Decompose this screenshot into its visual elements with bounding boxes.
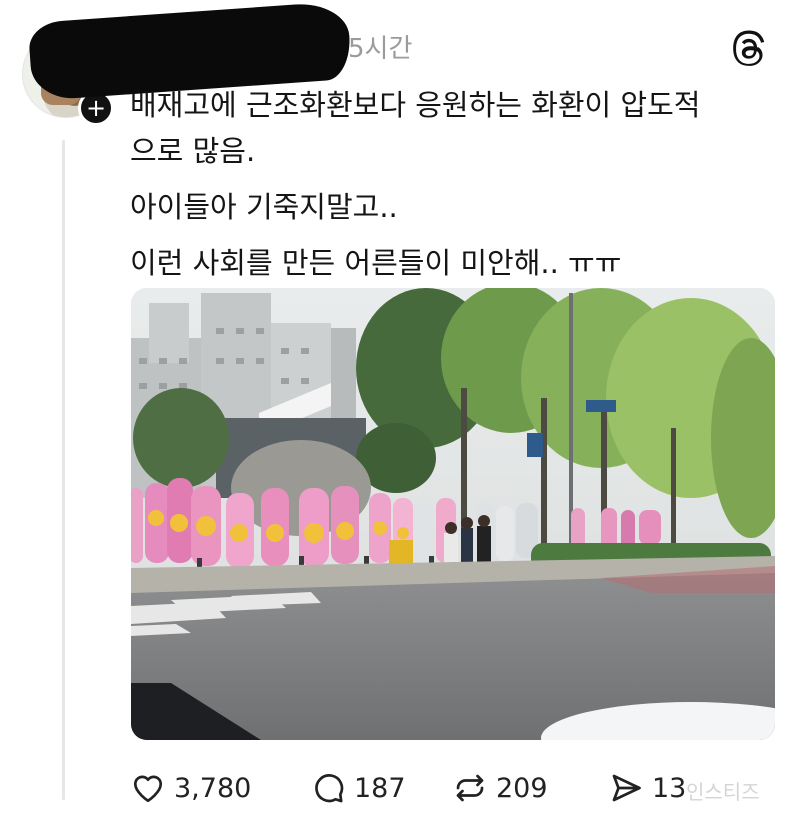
post-line-4: 이런 사회를 만든 어른들이 미안해.. ㅠㅠ <box>130 246 622 280</box>
post-timestamp: 5시간 <box>348 34 413 64</box>
post-photo[interactable] <box>131 288 775 740</box>
post-line-1: 배재고에 근조화환보다 응원하는 화환이 압도적 <box>130 88 701 122</box>
post-line-2: 으로 많음. <box>130 134 256 168</box>
comment-bubble-icon <box>315 774 344 803</box>
like-button[interactable]: 3,780 <box>130 768 251 808</box>
heart-icon <box>133 775 163 803</box>
share-count: 13 <box>652 772 687 804</box>
threads-logo-icon[interactable] <box>730 30 770 70</box>
post-line-3: 아이들아 기죽지말고.. <box>130 190 398 224</box>
post-body: 배재고에 근조화환보다 응원하는 화환이 압도적 으로 많음. 아이들아 기죽지… <box>130 82 770 286</box>
repost-icon <box>456 774 484 802</box>
share-button[interactable]: 13 <box>608 768 686 808</box>
like-count: 3,780 <box>174 772 252 804</box>
repost-count: 209 <box>496 772 548 804</box>
post-actions: 3,780 187 209 13 <box>130 768 770 808</box>
repost-button[interactable]: 209 <box>452 768 548 808</box>
street-scene-image <box>131 288 775 740</box>
watermark: 인스티즈 <box>686 780 760 804</box>
comment-button[interactable]: 187 <box>310 768 406 808</box>
thread-line <box>62 140 65 800</box>
comment-count: 187 <box>354 772 406 804</box>
send-icon <box>612 774 641 802</box>
